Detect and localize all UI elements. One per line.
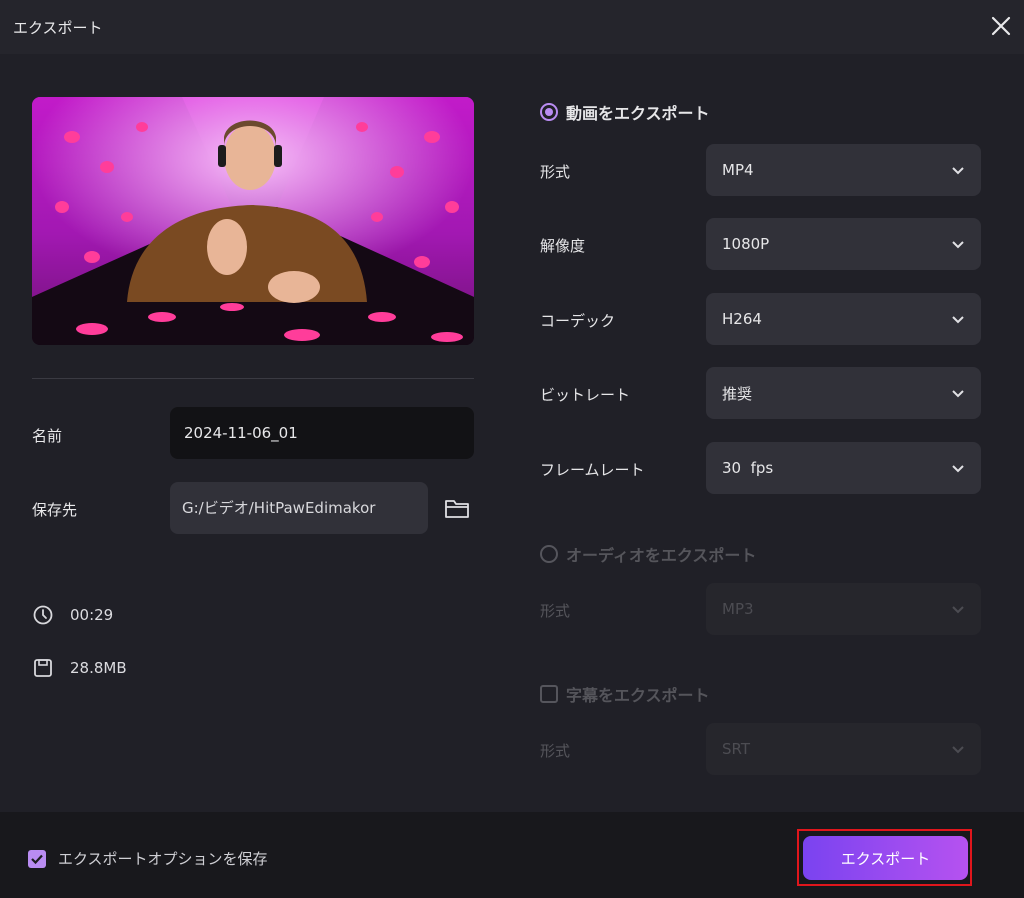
format-select[interactable]: MP4 bbox=[706, 144, 981, 196]
chevron-down-icon bbox=[952, 746, 964, 754]
file-size-value: 28.8MB bbox=[70, 659, 127, 677]
export-button[interactable]: エクスポート bbox=[803, 836, 968, 880]
framerate-select[interactable]: 30 fps bbox=[706, 442, 981, 494]
resolution-value: 1080P bbox=[722, 235, 770, 253]
dialog-title: エクスポート bbox=[13, 19, 103, 37]
save-location-label: 保存先 bbox=[32, 501, 78, 519]
audio-export-radio[interactable] bbox=[540, 545, 558, 563]
format-value: MP4 bbox=[722, 161, 754, 179]
save-options-checkbox[interactable] bbox=[28, 849, 46, 868]
chevron-down-icon bbox=[952, 390, 964, 398]
audio-format-select[interactable]: MP3 bbox=[706, 583, 981, 635]
subtitle-format-value: SRT bbox=[722, 740, 751, 758]
bitrate-select[interactable]: 推奨 bbox=[706, 367, 981, 419]
save-options-label: エクスポートオプションを保存 bbox=[58, 850, 268, 868]
codec-select[interactable]: H264 bbox=[706, 293, 981, 345]
video-preview bbox=[32, 97, 474, 345]
audio-export-option[interactable]: オーディオをエクスポート bbox=[540, 542, 756, 566]
clock-icon bbox=[33, 605, 53, 625]
audio-format-label: 形式 bbox=[540, 602, 571, 620]
save-options-toggle[interactable]: エクスポートオプションを保存 bbox=[28, 848, 268, 869]
folder-icon[interactable] bbox=[443, 494, 471, 522]
subtitle-format-select[interactable]: SRT bbox=[706, 723, 981, 775]
name-label: 名前 bbox=[32, 427, 63, 445]
codec-label: コーデック bbox=[540, 312, 616, 330]
bitrate-value: 推奨 bbox=[722, 384, 753, 403]
subtitle-export-label: 字幕をエクスポート bbox=[566, 686, 710, 705]
subtitle-export-option[interactable]: 字幕をエクスポート bbox=[540, 682, 710, 706]
duration-value: 00:29 bbox=[70, 606, 114, 624]
bitrate-label: ビットレート bbox=[540, 386, 631, 404]
subtitle-export-checkbox[interactable] bbox=[540, 685, 558, 703]
video-export-radio[interactable] bbox=[540, 103, 558, 121]
name-input[interactable] bbox=[170, 407, 474, 459]
chevron-down-icon bbox=[952, 241, 964, 249]
audio-format-value: MP3 bbox=[722, 600, 754, 618]
format-label: 形式 bbox=[540, 163, 571, 181]
save-disk-icon bbox=[34, 659, 52, 677]
audio-export-label: オーディオをエクスポート bbox=[566, 546, 757, 565]
codec-value: H264 bbox=[722, 310, 762, 328]
framerate-label: フレームレート bbox=[540, 461, 645, 479]
checkmark-icon bbox=[31, 854, 43, 864]
video-export-option[interactable]: 動画をエクスポート bbox=[540, 100, 710, 124]
video-export-label: 動画をエクスポート bbox=[566, 104, 710, 123]
title-bar: エクスポート bbox=[0, 0, 1024, 54]
chevron-down-icon bbox=[952, 316, 964, 324]
resolution-select[interactable]: 1080P bbox=[706, 218, 981, 270]
chevron-down-icon bbox=[952, 465, 964, 473]
resolution-label: 解像度 bbox=[540, 237, 586, 255]
chevron-down-icon bbox=[952, 606, 964, 614]
export-dialog: エクスポート 名前 2024-11-06_01 保存先 G:/ビデオ/HitPa… bbox=[0, 0, 1024, 898]
subtitle-format-label: 形式 bbox=[540, 742, 571, 760]
save-path-field[interactable]: G:/ビデオ/HitPawEdimakor bbox=[170, 482, 428, 534]
framerate-value: 30 fps bbox=[722, 459, 774, 477]
divider bbox=[32, 378, 474, 379]
close-icon[interactable] bbox=[988, 13, 1014, 39]
chevron-down-icon bbox=[952, 167, 964, 175]
